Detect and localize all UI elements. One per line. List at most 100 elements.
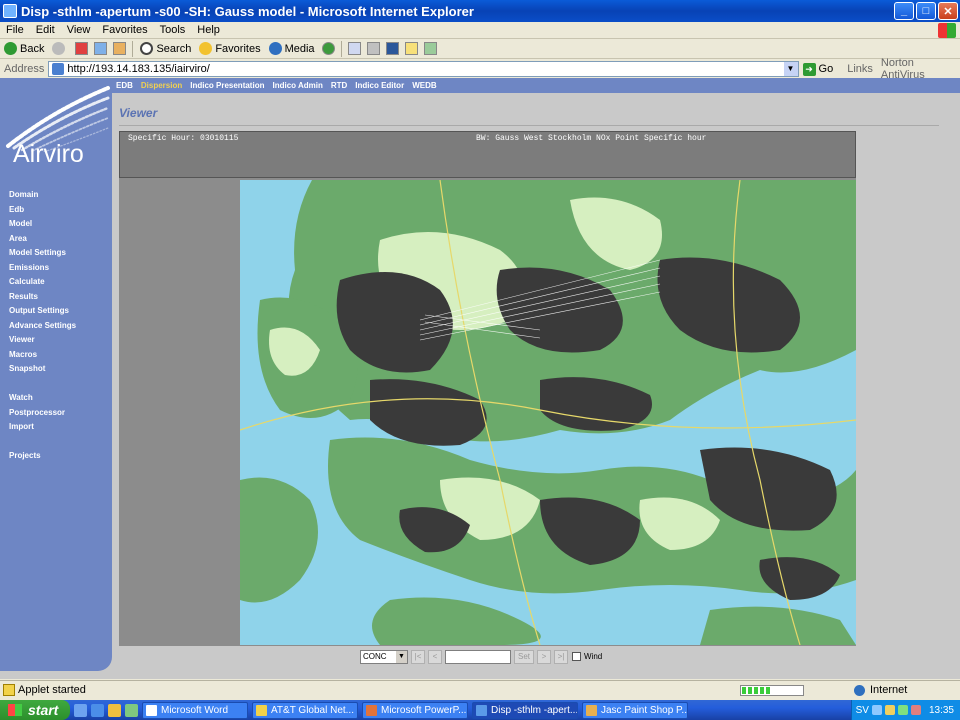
window-title: Disp -sthlm -apertum -s00 -SH: Gauss mod… xyxy=(21,3,474,19)
sidebar-item-results[interactable]: Results xyxy=(9,290,76,305)
sidebar-item-import[interactable]: Import xyxy=(9,420,76,435)
refresh-icon[interactable] xyxy=(94,42,108,55)
task-label: Jasc Paint Shop P... xyxy=(601,704,688,716)
favorites-button[interactable]: Favorites xyxy=(195,40,264,58)
sidebar-item-snapshot[interactable]: Snapshot xyxy=(9,362,76,377)
links-button[interactable]: Links xyxy=(847,63,873,75)
minimize-button[interactable]: _ xyxy=(894,2,914,20)
search-button[interactable]: Search xyxy=(136,40,195,58)
status-text: Applet started xyxy=(18,684,86,696)
sidebar-item-advance-settings[interactable]: Advance Settings xyxy=(9,319,76,334)
back-button[interactable]: Back xyxy=(0,40,48,58)
output-type-select[interactable]: CONC ▼ xyxy=(360,649,408,664)
task-disp-sthlm[interactable]: Disp -sthlm -apert... xyxy=(472,701,578,719)
task-label: Disp -sthlm -apert... xyxy=(491,704,578,716)
task-microsoft-powerpoint[interactable]: Microsoft PowerP... xyxy=(362,701,468,719)
mail-icon[interactable] xyxy=(347,42,361,55)
word-icon[interactable] xyxy=(385,42,399,55)
task-att-global-net[interactable]: AT&T Global Net... xyxy=(252,701,358,719)
sidebar-item-output-settings[interactable]: Output Settings xyxy=(9,304,76,319)
topnav-dispersion[interactable]: Dispersion xyxy=(137,81,186,90)
show-desktop-icon[interactable] xyxy=(74,703,87,717)
go-button[interactable]: ➜ Go xyxy=(802,62,833,76)
folder-quicklaunch-icon[interactable] xyxy=(108,703,121,717)
print-icon[interactable] xyxy=(366,42,380,55)
go-arrow-icon: ➜ xyxy=(802,62,816,76)
wind-checkbox[interactable] xyxy=(572,652,581,661)
media-button[interactable]: Media xyxy=(265,40,319,58)
page-icon xyxy=(52,63,65,75)
tray-icon[interactable] xyxy=(910,705,921,715)
topnav-rtd[interactable]: RTD xyxy=(327,81,351,90)
windows-flag-icon xyxy=(938,22,956,38)
sidebar-item-postprocessor[interactable]: Postprocessor xyxy=(9,406,76,421)
maximize-button[interactable]: □ xyxy=(916,2,936,20)
menu-favorites[interactable]: Favorites xyxy=(96,24,153,36)
sidebar-item-model[interactable]: Model xyxy=(9,217,76,232)
sidebar-item-macros[interactable]: Macros xyxy=(9,348,76,363)
menu-file[interactable]: File xyxy=(0,24,30,36)
att-icon xyxy=(256,704,267,716)
sidebar-item-domain[interactable]: Domain xyxy=(9,188,76,203)
windows-flag-icon xyxy=(8,704,22,716)
task-microsoft-word[interactable]: Microsoft Word xyxy=(142,701,248,719)
topnav-indico-presentation[interactable]: Indico Presentation xyxy=(186,81,268,90)
clock[interactable]: 13:35 xyxy=(929,705,954,716)
stockholm-map[interactable] xyxy=(240,180,856,645)
system-tray: SV 13:35 xyxy=(850,700,960,720)
task-jasc-paint-shop[interactable]: Jasc Paint Shop P... xyxy=(582,701,688,719)
toolbar: Back Search Favorites Media xyxy=(0,39,960,59)
toolbar-divider xyxy=(340,40,342,57)
topnav-edb[interactable]: EDB xyxy=(112,81,137,90)
time-input[interactable] xyxy=(445,649,511,664)
taskbar: start Microsoft Word AT&T Global Net... … xyxy=(0,700,960,720)
sidebar-item-emissions[interactable]: Emissions xyxy=(9,261,76,276)
sidebar-item-projects[interactable]: Projects xyxy=(9,449,76,464)
sidebar-item-model-settings[interactable]: Model Settings xyxy=(9,246,76,261)
start-label: start xyxy=(28,702,59,718)
topnav-wedb[interactable]: WEDB xyxy=(408,81,440,90)
title-bar[interactable]: Disp -sthlm -apertum -s00 -SH: Gauss mod… xyxy=(0,0,960,22)
chevron-down-icon[interactable]: ▼ xyxy=(783,62,798,76)
set-button[interactable]: Set xyxy=(514,649,534,664)
folder-icon[interactable] xyxy=(404,42,418,55)
menu-bar: File Edit View Favorites Tools Help xyxy=(0,22,960,39)
address-url: http://193.14.183.135/iairviro/ xyxy=(67,63,210,75)
menu-tools[interactable]: Tools xyxy=(154,24,192,36)
sidebar-item-viewer[interactable]: Viewer xyxy=(9,333,76,348)
home-icon[interactable] xyxy=(113,42,127,55)
stop-icon[interactable] xyxy=(75,42,89,55)
sidebar-spacer xyxy=(9,377,76,392)
tray-icon[interactable] xyxy=(884,705,895,715)
menu-edit[interactable]: Edit xyxy=(30,24,61,36)
media-icon xyxy=(268,42,282,55)
task-label: Microsoft Word xyxy=(161,704,229,716)
ie-quicklaunch-icon[interactable] xyxy=(91,703,104,717)
globe-icon xyxy=(854,684,865,696)
output-type-value: CONC xyxy=(363,652,387,661)
history-icon[interactable] xyxy=(321,42,335,55)
last-button[interactable]: >| xyxy=(554,649,568,664)
start-button[interactable]: start xyxy=(0,700,70,720)
menu-help[interactable]: Help xyxy=(191,24,226,36)
back-label: Back xyxy=(20,42,45,55)
paintshop-icon xyxy=(586,704,597,716)
sidebar-item-edb[interactable]: Edb xyxy=(9,203,76,218)
topnav-indico-admin[interactable]: Indico Admin xyxy=(268,81,326,90)
tray-icon[interactable] xyxy=(871,705,882,715)
next-button[interactable]: > xyxy=(537,649,551,664)
language-indicator[interactable]: SV xyxy=(856,705,869,716)
tray-icon[interactable] xyxy=(897,705,908,715)
close-button[interactable]: ✕ xyxy=(938,2,958,20)
sidebar-item-calculate[interactable]: Calculate xyxy=(9,275,76,290)
messenger-icon[interactable] xyxy=(423,42,437,55)
topnav-indico-editor[interactable]: Indico Editor xyxy=(351,81,408,90)
address-input[interactable]: http://193.14.183.135/iairviro/ ▼ xyxy=(48,61,799,77)
previous-button[interactable]: < xyxy=(428,649,442,664)
sidebar-item-area[interactable]: Area xyxy=(9,232,76,247)
first-button[interactable]: |< xyxy=(411,649,425,664)
sidebar-item-watch[interactable]: Watch xyxy=(9,391,76,406)
menu-view[interactable]: View xyxy=(61,24,97,36)
app-quicklaunch-icon[interactable] xyxy=(125,703,138,717)
forward-button[interactable] xyxy=(48,40,72,58)
